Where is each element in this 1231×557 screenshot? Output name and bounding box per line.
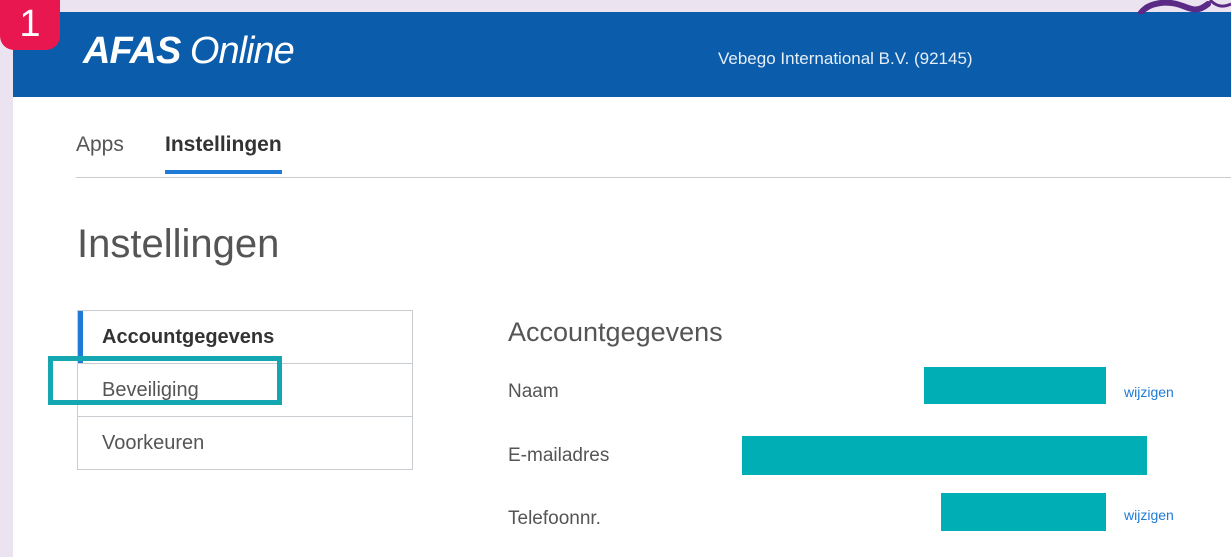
page-title: Instellingen: [77, 222, 280, 266]
app-window: AFAS Online Vebego International B.V. (9…: [13, 12, 1231, 557]
step-badge: 1: [0, 0, 60, 50]
name-redaction: [924, 367, 1106, 404]
organization-name: Vebego International B.V. (92145): [718, 49, 973, 68]
tab-instellingen[interactable]: Instellingen: [165, 133, 282, 174]
afas-online-logo[interactable]: AFAS Online: [83, 30, 295, 73]
decorative-swirl-icon: [1138, 0, 1231, 14]
section-title: Accountgegevens: [508, 317, 723, 347]
email-redaction: [742, 436, 1147, 475]
edit-name-link[interactable]: wijzigen: [1124, 384, 1174, 400]
top-bar: AFAS Online Vebego International B.V. (9…: [13, 12, 1231, 97]
phone-label: Telefoonnr.: [508, 508, 601, 529]
beveiliging-highlight-box: [48, 356, 282, 405]
phone-redaction: [941, 493, 1106, 531]
name-label: Naam: [508, 381, 559, 402]
sidebar-item-voorkeuren[interactable]: Voorkeuren: [78, 416, 412, 469]
main-tabs: Apps Instellingen: [76, 122, 1231, 178]
email-label: E-mailadres: [508, 445, 610, 466]
tab-apps[interactable]: Apps: [76, 133, 124, 173]
edit-phone-link[interactable]: wijzigen: [1124, 507, 1174, 523]
